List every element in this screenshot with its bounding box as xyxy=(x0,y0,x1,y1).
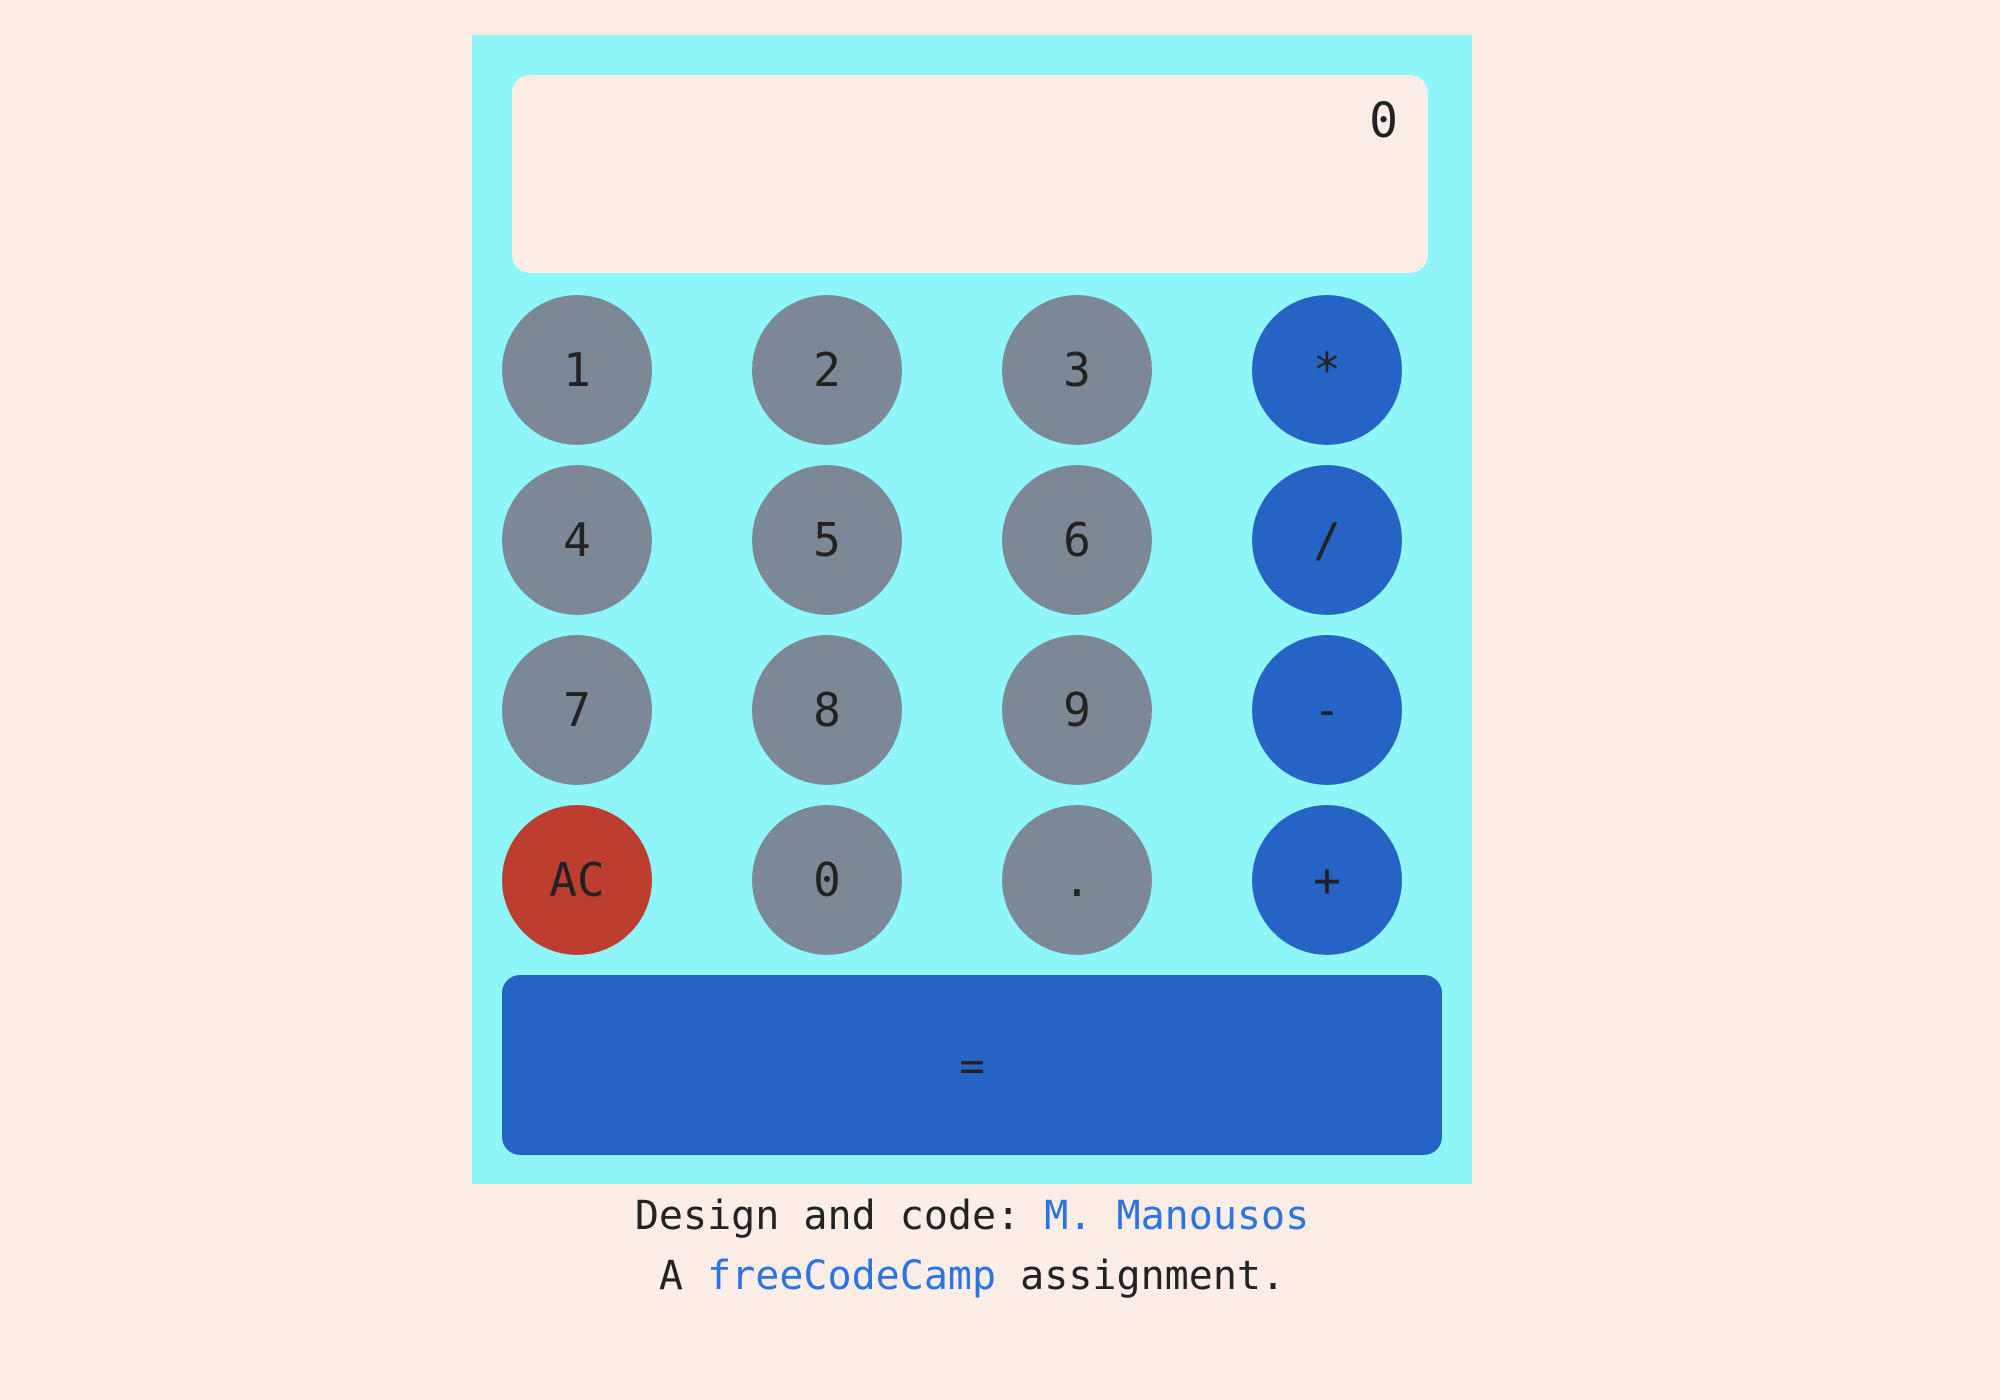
decimal-button[interactable]: . xyxy=(1002,805,1152,955)
add-button[interactable]: + xyxy=(1252,805,1402,955)
subtract-button[interactable]: - xyxy=(1252,635,1402,785)
freecodecamp-link[interactable]: freeCodeCamp xyxy=(707,1253,996,1299)
key-2-button[interactable]: 2 xyxy=(752,295,902,445)
key-3-button[interactable]: 3 xyxy=(1002,295,1152,445)
key-7-button[interactable]: 7 xyxy=(502,635,652,785)
assignment-line: A freeCodeCamp assignment. xyxy=(472,1253,1472,1299)
calculator: 0 1 2 3 * 4 5 6 / 7 8 9 - AC 0 . + = xyxy=(472,35,1472,1184)
display: 0 xyxy=(512,75,1428,273)
divide-button[interactable]: / xyxy=(1252,465,1402,615)
key-0-button[interactable]: 0 xyxy=(752,805,902,955)
multiply-button[interactable]: * xyxy=(1252,295,1402,445)
credit-prefix: Design and code: xyxy=(634,1193,1021,1239)
author-link[interactable]: M. Manousos xyxy=(1044,1193,1309,1239)
assignment-suffix: assignment. xyxy=(1020,1253,1286,1299)
key-1-button[interactable]: 1 xyxy=(502,295,652,445)
credit-line: Design and code: M. Manousos xyxy=(472,1193,1472,1239)
key-6-button[interactable]: 6 xyxy=(1002,465,1152,615)
assignment-prefix: A xyxy=(658,1253,683,1299)
display-value: 0 xyxy=(1369,93,1398,149)
clear-button[interactable]: AC xyxy=(502,805,652,955)
equals-button[interactable]: = xyxy=(502,975,1442,1155)
key-4-button[interactable]: 4 xyxy=(502,465,652,615)
key-5-button[interactable]: 5 xyxy=(752,465,902,615)
key-8-button[interactable]: 8 xyxy=(752,635,902,785)
key-9-button[interactable]: 9 xyxy=(1002,635,1152,785)
